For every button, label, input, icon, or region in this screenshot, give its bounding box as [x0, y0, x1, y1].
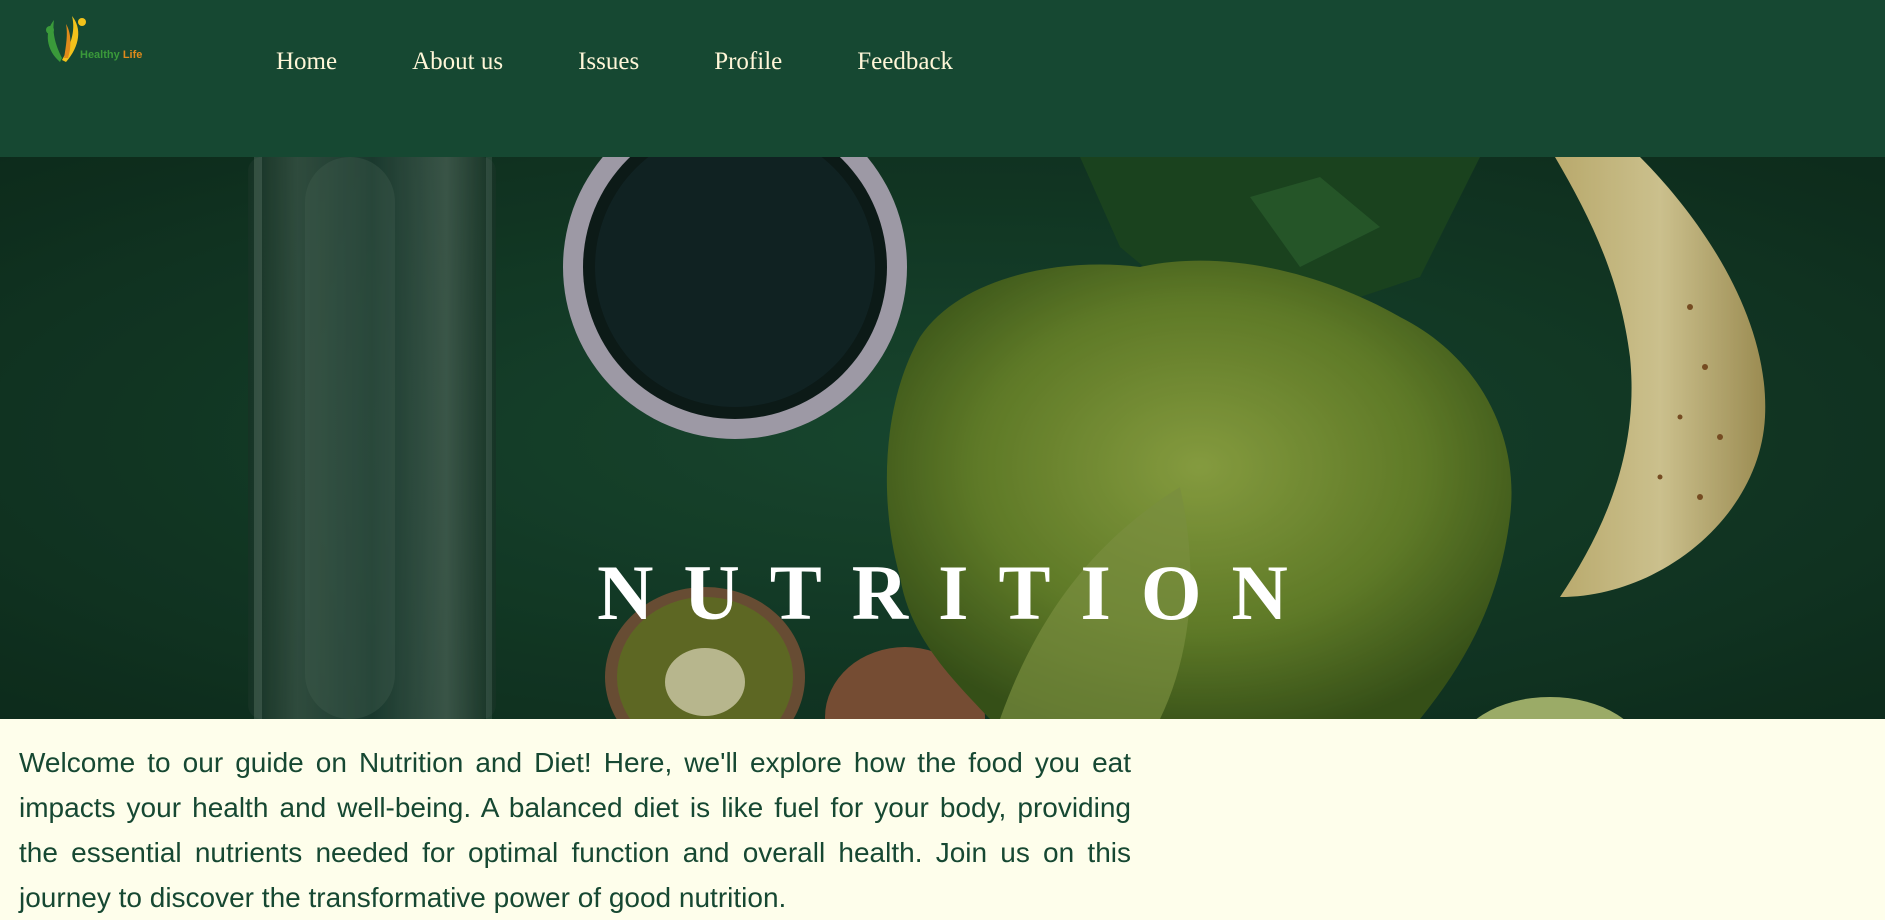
nav-about-us[interactable]: About us [412, 48, 503, 76]
nav-feedback[interactable]: Feedback [857, 48, 953, 76]
nav-home[interactable]: Home [276, 48, 337, 76]
hero-title: NUTRITION [597, 549, 1318, 636]
hero-banner: NUTRITION [0, 157, 1885, 719]
logo-word-healthy: Healthy [80, 49, 120, 61]
logo-word-life: Life [122, 49, 143, 61]
logo-text: Healthy Life [80, 49, 142, 61]
site-header: Healthy Life Home About us Issues Profil… [0, 0, 1885, 157]
logo[interactable]: Healthy Life [38, 12, 148, 70]
nav-issues[interactable]: Issues [578, 48, 639, 76]
nav-profile[interactable]: Profile [714, 48, 782, 76]
intro-paragraph: Welcome to our guide on Nutrition and Di… [19, 747, 1131, 913]
main-nav: Home About us Issues Profile Feedback [276, 48, 1028, 76]
